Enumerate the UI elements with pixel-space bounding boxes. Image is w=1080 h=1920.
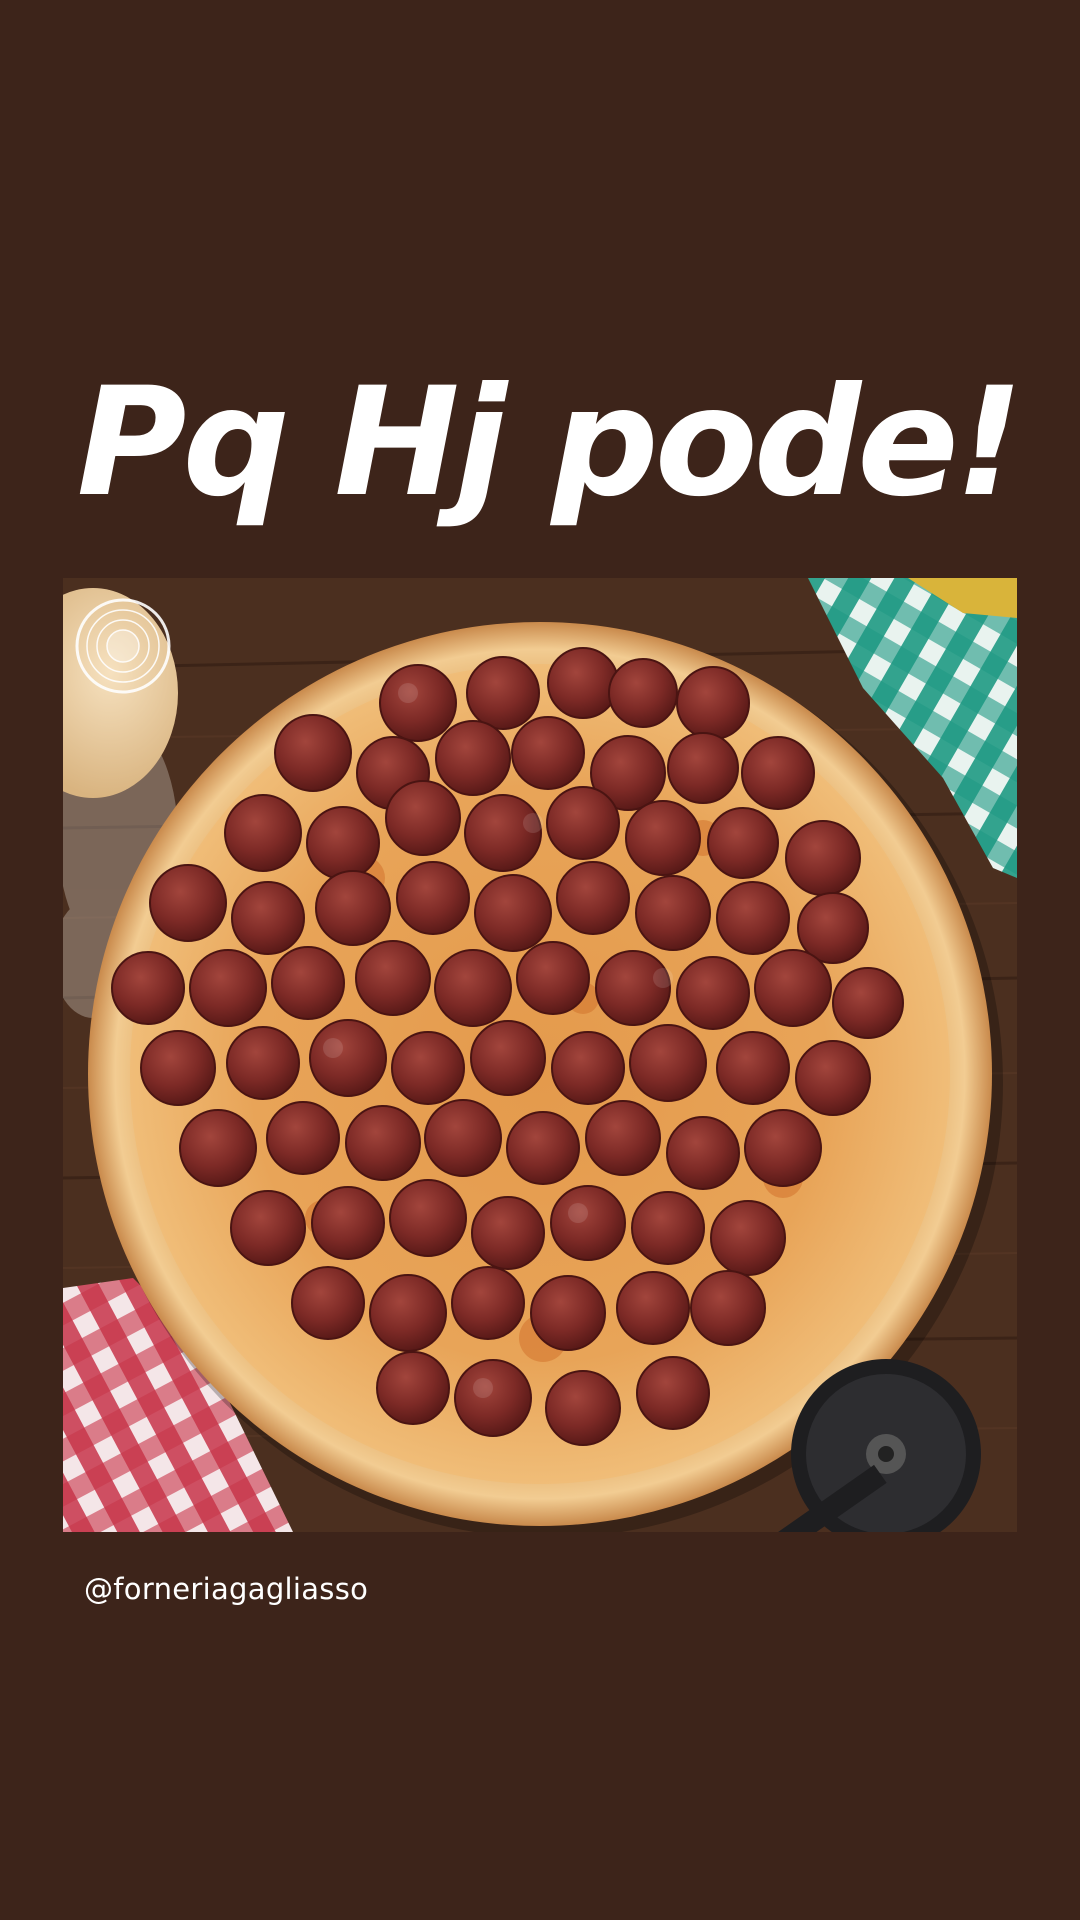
headline-text[interactable]: Pq Hj pode! [8,368,1080,518]
pizza-photo[interactable] [63,578,1017,1532]
mention-sticker[interactable]: @forneriagagliasso [84,1572,368,1606]
story-canvas: Pq Hj pode! @forneriagagliasso [0,0,1080,1920]
